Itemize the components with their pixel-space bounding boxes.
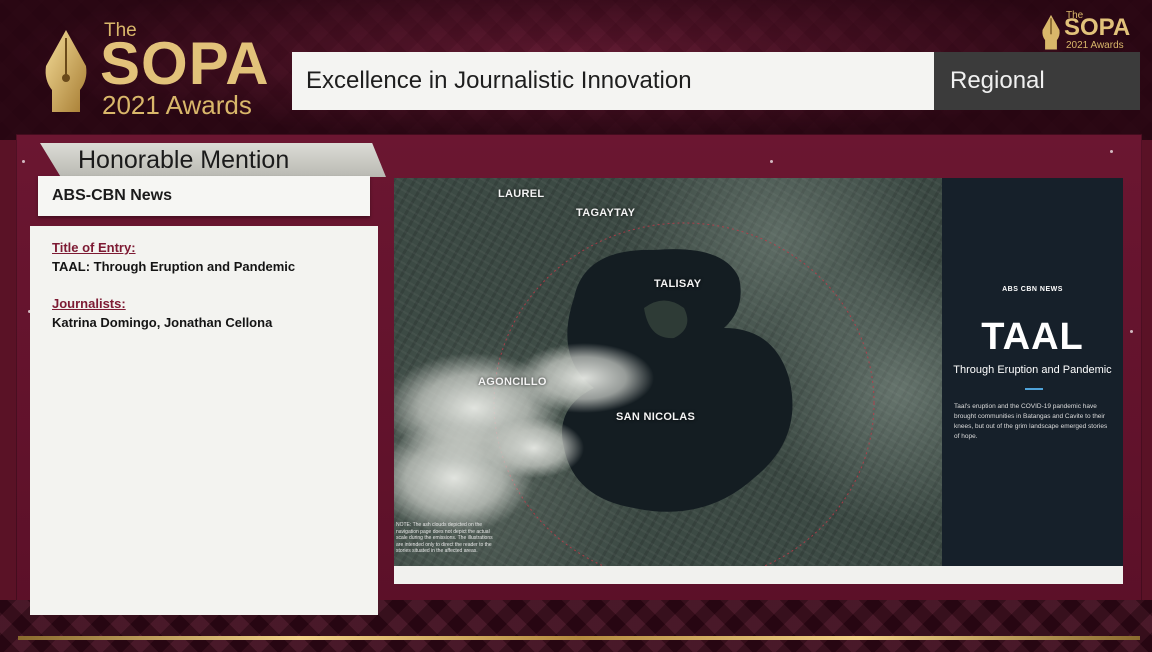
sparkle [22, 160, 25, 163]
map-label-laurel: LAUREL [498, 188, 545, 200]
map-label-san-nicolas: SAN NICOLAS [616, 411, 696, 423]
feature-title: TAAL [981, 316, 1084, 358]
map-note: NOTE: The ash clouds depicted on the nav… [396, 522, 493, 554]
map-label-talisay: TALISAY [654, 278, 702, 290]
title-of-entry-label: Title of Entry: [52, 240, 136, 255]
feature-side-panel: ABS CBN NEWS TAAL Through Eruption and P… [942, 178, 1123, 566]
category-title: Excellence in Journalistic Innovation [292, 52, 934, 110]
sparkle [1130, 330, 1133, 333]
map-label-agoncillo: AGONCILLO [478, 376, 547, 388]
sparkle [1110, 150, 1113, 153]
entry-info-card: Title of Entry: TAAL: Through Eruption a… [30, 226, 378, 615]
map-label-tagaytay: TAGAYTAY [576, 207, 636, 219]
region-label: Regional [934, 52, 1140, 110]
journalists-label: Journalists: [52, 296, 126, 311]
sopa-logo-small: The SOPA 2021 Awards [1038, 10, 1142, 54]
logo-year: 2021 Awards [102, 90, 252, 120]
ash-cloud [484, 418, 584, 478]
sparkle [770, 160, 773, 163]
feature-description: Taal's eruption and the COVID-19 pandemi… [954, 403, 1108, 440]
map-graphics [394, 222, 875, 566]
taal-satellite-map[interactable]: LAUREL TAGAYTAY TALISAY AGONCILLO SAN NI… [394, 178, 942, 566]
logo-small-sopa: SOPA [1064, 14, 1131, 41]
title-of-entry-value: TAAL: Through Eruption and Pandemic [52, 259, 296, 274]
accent-dash [1025, 388, 1043, 390]
gold-divider [18, 636, 1140, 640]
honorable-mention-ribbon: Honorable Mention [40, 143, 386, 177]
organization-name: ABS-CBN News [38, 176, 370, 216]
feature-subtitle: Through Eruption and Pandemic [953, 364, 1112, 376]
abs-cbn-logo: ABS CBN NEWS [1002, 286, 1063, 293]
pen-nib-icon [1042, 14, 1060, 50]
logo-sopa: SOPA [100, 30, 270, 97]
logo-small-year: 2021 Awards [1066, 40, 1124, 51]
sopa-logo: The SOPA 2021 Awards [36, 20, 276, 120]
journalists-value: Katrina Domingo, Jonathan Cellona [52, 315, 273, 330]
pen-nib-icon [45, 30, 87, 112]
